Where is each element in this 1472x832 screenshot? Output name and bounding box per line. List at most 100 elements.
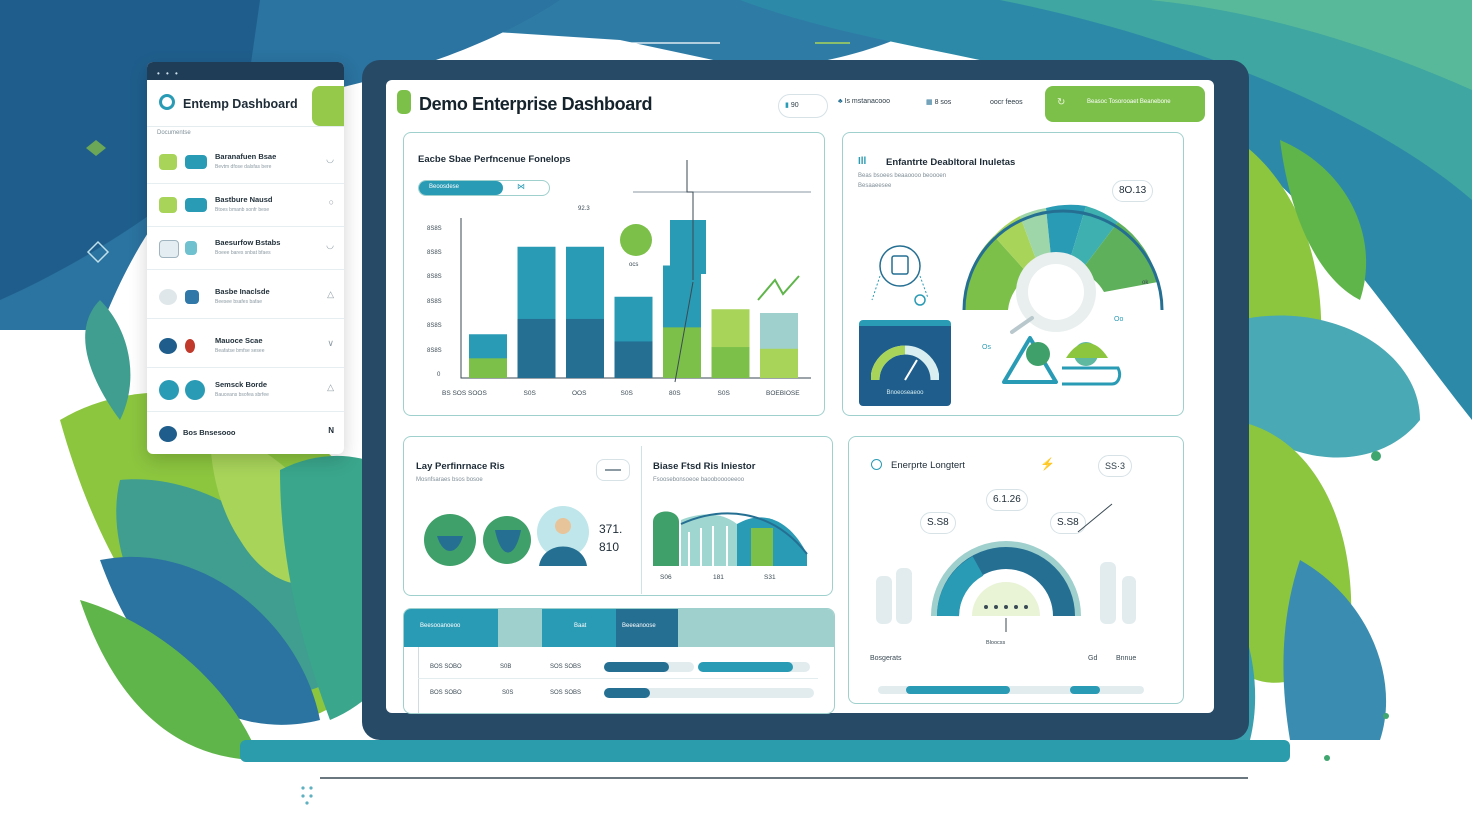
sidebar-item-1[interactable]: Baranafuen Bsae Bevtm dfose dalsfas bere… — [147, 140, 344, 184]
bar-4-lower — [614, 341, 653, 378]
bar-3-lower — [566, 318, 604, 378]
x-tick-label: BOEBIOSE — [766, 390, 800, 397]
sidebar-item-label: Bos Bnsesooo — [183, 428, 236, 437]
leaf-icon — [159, 197, 177, 213]
calendar-icon: ▦ — [926, 99, 933, 106]
y-tick-label: 8S8S — [427, 225, 442, 232]
window-dots: • • • — [157, 69, 180, 78]
header-chip-notifications[interactable]: ▮ 90 — [778, 94, 828, 118]
smile-icon — [185, 380, 205, 400]
bar-5-lower — [663, 327, 701, 378]
page-title: Demo Enterprise Dashboard — [419, 94, 653, 114]
x-tick-label: 80S — [669, 390, 681, 397]
table-cell: BOS SOBO — [430, 690, 462, 696]
bar-6-lower — [711, 347, 750, 378]
sidebar-item-label: Baranafuen Bsae — [215, 152, 277, 161]
sidebar-section-label: Documentse — [157, 130, 191, 136]
leaf-icon — [159, 240, 179, 258]
header-action-button[interactable]: ↻ Beasoc Tosorooaet Beanebone — [1045, 86, 1205, 122]
sidebar-item-sub: Beafatse bmfse sesee — [215, 348, 265, 354]
table-header-cell[interactable] — [498, 609, 542, 647]
row-progress-a — [604, 662, 694, 672]
leaf-icon — [185, 241, 197, 255]
y-tick-label: 8S8S — [427, 323, 442, 330]
leaf-icon — [185, 290, 199, 304]
speedometer-caption: Bnoeoseaeoo — [886, 390, 924, 396]
bar-2-lower — [517, 318, 556, 378]
chevron-icon: ◡ — [326, 240, 334, 250]
table-body: BOS SOBO S0B SOS SOBS BOS SOBO S0S SOS S… — [418, 648, 818, 702]
table-row[interactable]: BOS SOBO S0B SOS SOBS — [418, 656, 818, 679]
sidebar-item-label: Bastbure Nausd — [215, 195, 273, 204]
chevron-icon: ○ — [328, 197, 334, 207]
sidebar-item-sub: Boeee bares snbat bfaes — [215, 250, 271, 256]
sidebar-item-sub: Bevtm dfose dalsfas bere — [215, 164, 272, 170]
table-cell: S0B — [500, 664, 512, 670]
table-row[interactable]: BOS SOBO S0S SOS SOBS — [418, 682, 818, 704]
table-header-cell[interactable]: Baat — [542, 609, 616, 647]
sidebar-item-label: Semsck Borde — [215, 380, 268, 389]
chip-text: Is mstanacooo — [844, 98, 891, 105]
more-icon: N — [328, 426, 334, 435]
sidebar-item-2[interactable]: Bastbure Nausd Btoes bmanb sonfr bese ○ — [147, 183, 344, 227]
gauge-tick-ob: Oo — [1114, 316, 1124, 323]
row-progress-a — [604, 688, 814, 698]
logo-icon — [159, 94, 175, 110]
gauge-small-label: Os — [982, 344, 991, 351]
sidebar-item-sub: Btoes bmanb sonfr bese — [215, 207, 270, 213]
forecast-bottom-left: Bosgerats — [870, 655, 902, 662]
speedometer-widget: Bnoeoseaeoo — [859, 320, 951, 406]
leaf-icon — [159, 426, 177, 442]
bar-overflow-label: 92.3 — [578, 206, 590, 212]
sidebar-item-4[interactable]: Basbe Inaclsde Beesee bsafes bafae △ — [147, 275, 344, 319]
stack-tick-1: S06 — [660, 574, 672, 581]
chip-text: 8 sos — [934, 99, 952, 106]
sidebar-item-sub: Bauceans bsofea sbrfee — [215, 392, 269, 398]
x-tick-label: OOS — [572, 390, 587, 397]
forecast-bottom-right: Bnnue — [1116, 655, 1137, 662]
gauge-tick-ok: ok — [1142, 280, 1149, 286]
kpi-avatars — [424, 506, 589, 566]
trend-line — [757, 275, 800, 301]
chevron-icon: ◡ — [326, 154, 334, 164]
y-tick-label: 8S8S — [427, 298, 442, 305]
stack-tick-2: 181 — [713, 574, 724, 581]
action-button-label: Beasoc Tosorooaet Beanebone — [1087, 99, 1171, 105]
leaf-icon — [185, 155, 207, 169]
sidebar-item-label: Basbe Inaclsde — [215, 287, 270, 296]
sidebar-item-label: Baesurfow Bstabs — [215, 238, 281, 247]
sidebar-panel: • • • Entemp Dashboard Documentse Barana… — [147, 62, 344, 454]
chevron-down-icon: ∨ — [327, 338, 334, 348]
brand-mark-icon — [397, 90, 411, 114]
table-cell: SOS SOBS — [550, 664, 582, 670]
bar-1-lower — [469, 358, 507, 378]
user-icon — [159, 338, 177, 354]
sidebar-item-label: Mauoce Scae — [215, 336, 263, 345]
table-header-cell[interactable]: Beeeanoose — [616, 609, 678, 647]
sidebar-item-6[interactable]: Semsck Borde Bauceans bsofea sbrfee △ — [147, 368, 344, 412]
y-tick-label: 8S8S — [427, 274, 442, 281]
chart-overlay-box — [670, 220, 706, 274]
header-chip-users[interactable]: ♣ Is mstanacooo — [838, 98, 890, 105]
bar-7-lower — [760, 348, 798, 378]
sidebar-item-3[interactable]: Baesurfow Bstabs Boeee bares snbat bfaes… — [147, 226, 344, 270]
header-chip-settings[interactable]: oocr feeos — [990, 99, 1023, 106]
stack-tick-3: S31 — [764, 574, 776, 581]
table-header-cell[interactable]: Beesooanoeoo — [404, 609, 498, 647]
forecast-bottom-mid: Gd — [1088, 655, 1098, 662]
table-cell: S0S — [502, 690, 514, 696]
sidebar-toggle-button[interactable] — [312, 86, 344, 126]
bell-icon: ▮ — [785, 102, 789, 109]
sidebar-item-sub: Beesee bsafes bafae — [215, 299, 262, 305]
stacked-area-chart — [653, 511, 808, 566]
chip-text: 90 — [790, 102, 799, 109]
forecast-gauge — [876, 503, 1144, 694]
x-tick-label: S0S — [717, 390, 730, 397]
sidebar-item-7[interactable]: Bos Bnsesooo N — [147, 412, 344, 454]
speedometer-icon — [871, 345, 939, 381]
chevron-up-icon: △ — [327, 289, 334, 299]
table-cell: BOS SOBO — [430, 664, 462, 670]
sidebar-item-5[interactable]: Mauoce Scae Beafatse bmfse sesee ∨ — [147, 324, 344, 368]
sidebar-header: Entemp Dashboard — [147, 80, 344, 127]
header-chip-calendar[interactable]: ▦ 8 sos — [926, 98, 951, 106]
